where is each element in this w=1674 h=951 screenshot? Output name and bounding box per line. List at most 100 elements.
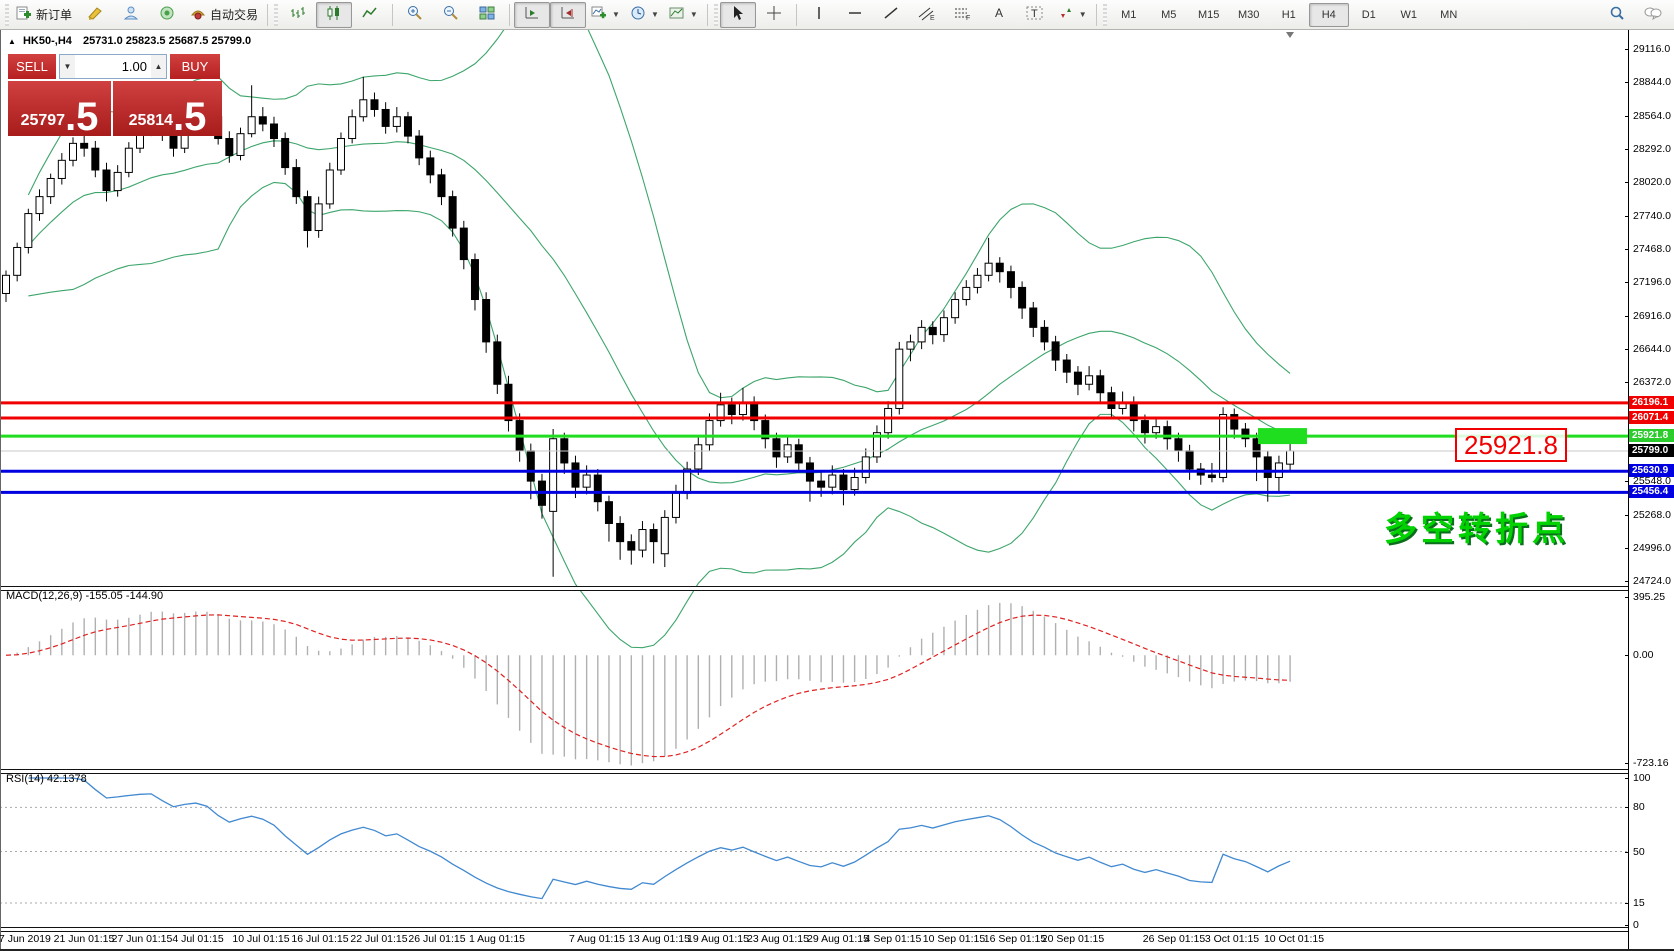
pane-separator-macd[interactable] xyxy=(0,586,1674,591)
turning-point-note[interactable]: 多空转折点 xyxy=(1384,502,1569,550)
candle-body xyxy=(326,170,333,204)
timeframe-m30[interactable]: M30 xyxy=(1229,3,1269,27)
buy-button[interactable]: BUY xyxy=(170,54,220,79)
toolbar-drag-handle[interactable] xyxy=(714,4,718,26)
price-tick: 26372.0 xyxy=(1633,376,1671,388)
time-label: 26 Sep 01:15 xyxy=(1143,933,1205,945)
candle-body xyxy=(1175,439,1182,451)
chart-shift-marker[interactable] xyxy=(1286,32,1294,38)
zoom-in-button[interactable] xyxy=(397,2,433,28)
signal-icon xyxy=(159,5,175,24)
zoom-out-button[interactable] xyxy=(433,2,469,28)
autotrading-button[interactable]: 自动交易 xyxy=(185,2,263,28)
price-badge-25630.9: 25630.9 xyxy=(1629,464,1674,477)
cursor-tool-button[interactable] xyxy=(720,2,756,28)
template-icon xyxy=(669,5,685,24)
chart-canvas[interactable] xyxy=(0,30,1628,951)
chat-button[interactable] xyxy=(1635,2,1671,28)
chart-shift-button[interactable] xyxy=(550,2,586,28)
volume-input[interactable]: 1.00 xyxy=(75,55,151,78)
volume-decrease-button[interactable]: ▼ xyxy=(60,55,75,78)
metaeditor-button[interactable] xyxy=(77,2,113,28)
candle-body xyxy=(929,327,936,334)
toolbar-separator xyxy=(1096,4,1097,26)
indicators-button[interactable]: ▼ xyxy=(586,2,625,28)
timeframe-m5[interactable]: M5 xyxy=(1149,3,1189,27)
fibonacci-tool-button[interactable]: F xyxy=(945,2,981,28)
candle-body xyxy=(371,100,378,110)
candle-body xyxy=(985,263,992,275)
crosshair-tool-button[interactable] xyxy=(756,2,792,28)
buy-price-button[interactable]: 25814 .5 xyxy=(113,81,222,136)
timeframe-m1[interactable]: M1 xyxy=(1109,3,1149,27)
signals-button[interactable] xyxy=(149,2,185,28)
time-label: 23 Aug 01:15 xyxy=(747,933,809,945)
candle-body xyxy=(125,148,132,172)
community-button[interactable] xyxy=(113,2,149,28)
time-label: 4 Jul 01:15 xyxy=(172,933,223,945)
auto-scroll-button[interactable] xyxy=(514,2,550,28)
price-tick: 24724.0 xyxy=(1633,575,1671,587)
candle-body xyxy=(550,439,557,512)
periods-button[interactable]: ▼ xyxy=(625,2,664,28)
volume-spinner: ▼ 1.00 ▲ xyxy=(59,54,167,79)
price-tick: 27468.0 xyxy=(1633,243,1671,255)
text-tool-button[interactable]: A xyxy=(981,2,1017,28)
candle-body xyxy=(315,204,322,231)
timeframe-h1[interactable]: H1 xyxy=(1269,3,1309,27)
price-tick: 28292.0 xyxy=(1633,143,1671,155)
bollinger-lower-line xyxy=(28,182,1290,647)
highlight-rectangle[interactable] xyxy=(1258,428,1307,444)
axis-tickmark xyxy=(1625,655,1629,656)
candle-body xyxy=(1264,457,1271,478)
candle-body xyxy=(818,481,825,487)
templates-button[interactable]: ▼ xyxy=(664,2,703,28)
collapse-arrow-icon[interactable]: ▲ xyxy=(8,37,16,46)
time-label: 3 Oct 01:15 xyxy=(1205,933,1259,945)
time-label: 10 Jul 01:15 xyxy=(232,933,289,945)
candle-body xyxy=(773,439,780,457)
text-label-tool-button[interactable]: T xyxy=(1017,2,1053,28)
time-label: 19 Aug 01:15 xyxy=(687,933,749,945)
timeframe-h4[interactable]: H4 xyxy=(1309,3,1349,27)
horizontal-line-tool-button[interactable] xyxy=(837,2,873,28)
rsi-indicator-label: RSI(14) 42.1378 xyxy=(6,773,87,785)
chart-window[interactable]: 29116.028844.028564.028292.028020.027740… xyxy=(0,30,1674,951)
candle-body xyxy=(416,136,423,158)
pane-separator-rsi[interactable] xyxy=(0,769,1674,774)
candle-body xyxy=(103,170,110,191)
candle-body xyxy=(438,175,445,197)
candle-body xyxy=(293,168,300,197)
line-chart-type-button[interactable] xyxy=(352,2,388,28)
timeframe-d1[interactable]: D1 xyxy=(1349,3,1389,27)
toolbar-drag-handle[interactable] xyxy=(1103,4,1107,26)
sell-price-button[interactable]: 25797 .5 xyxy=(8,81,111,136)
crayon-icon xyxy=(87,5,103,24)
candle-body xyxy=(1041,327,1048,342)
volume-increase-button[interactable]: ▲ xyxy=(151,55,166,78)
candle-body xyxy=(862,457,869,478)
price-tick: 29116.0 xyxy=(1633,43,1670,55)
arrows-tool-button[interactable]: ▼ xyxy=(1053,2,1092,28)
timeframe-w1[interactable]: W1 xyxy=(1389,3,1429,27)
timeframe-mn[interactable]: MN xyxy=(1429,3,1469,27)
rsi-tick: 80 xyxy=(1633,801,1645,813)
trendline-tool-button[interactable] xyxy=(873,2,909,28)
timeframe-m15[interactable]: M15 xyxy=(1189,3,1229,27)
search-button[interactable] xyxy=(1599,2,1635,28)
new-order-button[interactable]: 新订单 xyxy=(11,2,77,28)
price-badge-25921.8: 25921.8 xyxy=(1629,429,1674,442)
vertical-line-tool-button[interactable] xyxy=(801,2,837,28)
tile-windows-button[interactable] xyxy=(469,2,505,28)
toolbar-drag-handle[interactable] xyxy=(274,4,278,26)
price-annotation-box[interactable]: 25921.8 xyxy=(1455,428,1567,462)
candle-body xyxy=(81,143,88,148)
rsi-line xyxy=(28,778,1290,899)
price-axis[interactable]: 29116.028844.028564.028292.028020.027740… xyxy=(1628,30,1674,951)
candle-body xyxy=(69,143,76,160)
toolbar-drag-handle[interactable] xyxy=(5,4,9,26)
equidistant-channel-tool-button[interactable]: E xyxy=(909,2,945,28)
sell-button[interactable]: SELL xyxy=(8,54,56,79)
bar-chart-type-button[interactable] xyxy=(280,2,316,28)
candlestick-chart-type-button[interactable] xyxy=(316,2,352,28)
